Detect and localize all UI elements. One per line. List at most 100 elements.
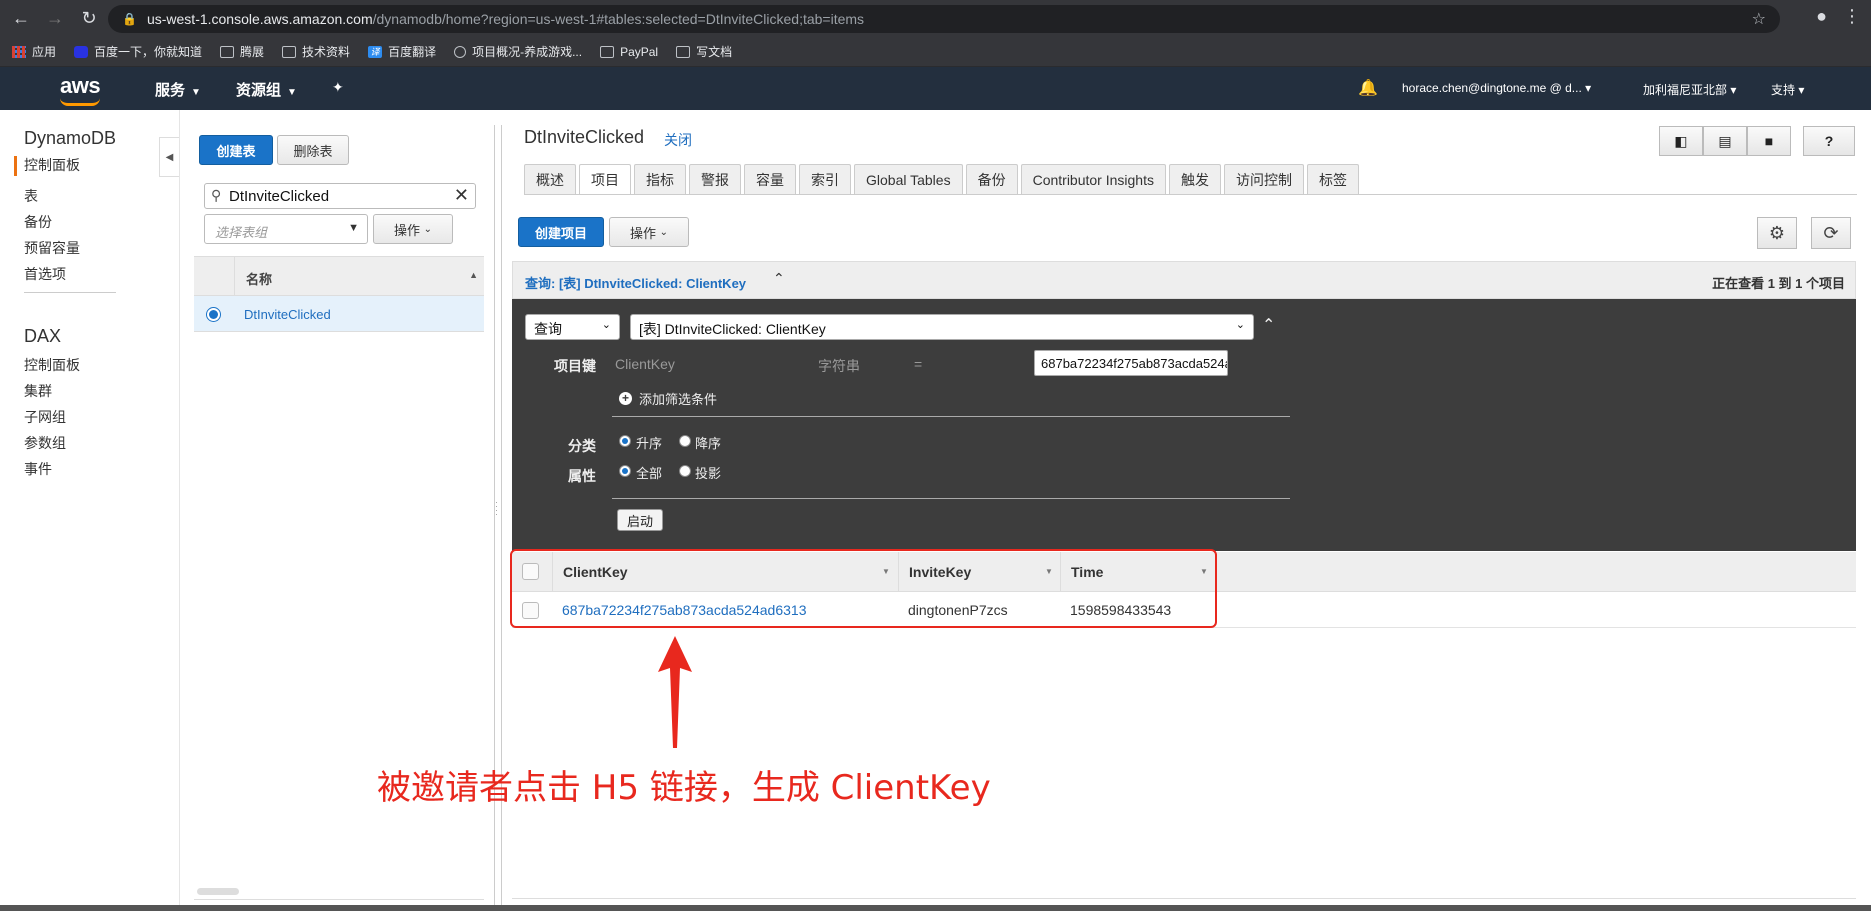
table-actions-button[interactable]: 操作 ⌄ [373, 214, 453, 244]
bookmark-translate[interactable]: 译百度翻译 [368, 43, 436, 60]
translate-icon: 译 [368, 45, 383, 58]
nav-item-clusters[interactable]: 集群 [24, 381, 52, 401]
account-menu[interactable]: horace.chen@dingtone.me @ d... ▾ [1402, 81, 1591, 95]
query-summary-text[interactable]: 查询: [表] DtInviteClicked: ClientKey [525, 273, 746, 292]
resource-groups-menu[interactable]: 资源组 ▼ [236, 79, 297, 100]
bookmark-project[interactable]: 项目概况-养成游戏... [454, 43, 582, 60]
tab-metrics[interactable]: 指标 [634, 164, 686, 194]
region-menu[interactable]: 加利福尼亚北部 ▾ [1643, 81, 1736, 98]
tab-items[interactable]: 项目 [579, 164, 631, 195]
item-actions-button[interactable]: 操作 ⌄ [609, 217, 689, 247]
folder-icon [220, 45, 235, 58]
table-search-input[interactable]: ⚲ DtInviteClicked ✕ [204, 183, 476, 209]
add-icon[interactable]: + [619, 392, 632, 405]
sort-desc-radio[interactable] [679, 435, 691, 447]
nav-item-backups[interactable]: 备份 [24, 212, 52, 232]
chevron-down-icon: ▼ [287, 87, 297, 98]
back-icon[interactable]: ← [8, 6, 34, 32]
add-filter-link[interactable]: 添加筛选条件 [639, 389, 717, 408]
search-icon: ⚲ [211, 187, 222, 203]
bell-icon[interactable]: 🔔 [1358, 78, 1378, 98]
collapse-nav-button[interactable]: ◀ [159, 137, 179, 177]
bookmark-star-icon[interactable]: ☆ [1752, 9, 1766, 29]
start-query-button[interactable]: 启动 [617, 509, 663, 531]
chevron-up-icon[interactable]: ⌃ [773, 270, 785, 287]
tab-access-control[interactable]: 访问控制 [1223, 164, 1304, 194]
table-name-link[interactable]: DtInviteClicked [244, 307, 331, 322]
refresh-icon[interactable]: ⟳ [1811, 217, 1851, 249]
collapse-query-icon[interactable]: ⌃ [1262, 315, 1275, 335]
tab-tags[interactable]: 标签 [1306, 164, 1359, 194]
tab-overview[interactable]: 概述 [524, 164, 576, 194]
table-group-select[interactable]: 选择表组 ▼ [204, 214, 368, 244]
create-item-button[interactable]: 创建项目 [518, 217, 604, 247]
query-panel: 查询 ⌄ [表] DtInviteClicked: ClientKey ⌄ ⌃ 项目… [512, 299, 1856, 551]
full-pane-icon[interactable]: ■ [1747, 126, 1791, 156]
forward-icon[interactable]: → [42, 6, 68, 32]
sort-asc-icon[interactable]: ▲ [469, 270, 478, 280]
item-key-label: 项目键 [554, 358, 596, 374]
tab-triggers[interactable]: 触发 [1168, 164, 1221, 194]
tab-backups[interactable]: 备份 [965, 164, 1018, 194]
create-table-button[interactable]: 创建表 [199, 135, 273, 165]
attr-projection-label: 投影 [695, 466, 722, 481]
close-link[interactable]: 关闭 [664, 130, 692, 150]
query-target-select[interactable]: [表] DtInviteClicked: ClientKey ⌄ [630, 314, 1254, 340]
caret-down-icon: ▼ [348, 222, 359, 234]
column-name-header[interactable]: 名称 [246, 269, 272, 288]
split-view-icon[interactable]: ◧ [1659, 126, 1703, 156]
bookmark-baidu[interactable]: 百度一下，你就知道 [74, 43, 202, 60]
key-name: ClientKey [615, 356, 675, 372]
support-menu[interactable]: 支持 ▾ [1771, 81, 1804, 98]
services-menu[interactable]: 服务 ▼ [155, 79, 201, 100]
nav-item-events[interactable]: 事件 [24, 459, 52, 479]
tab-alarms[interactable]: 警报 [689, 164, 741, 194]
url-host: us-west-1.console.aws.amazon.com [146, 11, 373, 27]
key-value-input[interactable]: 687ba72234f275ab873acda524ad6313 [1034, 350, 1228, 376]
table-list-row[interactable]: DtInviteClicked [194, 296, 484, 332]
help-icon[interactable]: ? [1803, 126, 1855, 156]
clear-search-icon[interactable]: ✕ [454, 185, 469, 206]
nav-heading-dynamodb[interactable]: DynamoDB [24, 128, 116, 149]
table-select-radio[interactable] [206, 307, 221, 322]
nav-item-subnet-groups[interactable]: 子网组 [24, 407, 66, 427]
nav-item-dax-dashboard[interactable]: 控制面板 [24, 355, 80, 375]
splitter-handle[interactable]: · · · · [495, 498, 501, 519]
nav-heading-dax[interactable]: DAX [24, 326, 61, 347]
attr-all-radio[interactable] [619, 465, 631, 477]
sort-asc-radio[interactable] [619, 435, 631, 447]
pin-icon[interactable]: ✦ [332, 79, 344, 96]
tab-contributor-insights[interactable]: Contributor Insights [1020, 164, 1166, 194]
nav-item-parameter-groups[interactable]: 参数组 [24, 433, 66, 453]
sort-label: 分类 [568, 438, 596, 454]
address-bar[interactable]: 🔒 us-west-1.console.aws.amazon.com/dynam… [108, 5, 1780, 33]
horizontal-scrollbar[interactable] [197, 888, 239, 895]
delete-table-button[interactable]: 删除表 [277, 135, 349, 165]
tab-capacity[interactable]: 容量 [744, 164, 796, 194]
menu-dots-icon[interactable]: ⋮ [1843, 6, 1861, 27]
panel-divider [194, 899, 484, 900]
folder-icon [282, 45, 297, 58]
caret-down-icon: ⌄ [601, 319, 611, 331]
nav-item-preferences[interactable]: 首选项 [24, 264, 66, 284]
attr-projection-radio[interactable] [679, 465, 691, 477]
key-type: 字符串 [818, 358, 860, 374]
query-mode-select[interactable]: 查询 ⌄ [525, 314, 620, 340]
tab-global-tables[interactable]: Global Tables [854, 164, 963, 194]
bookmark-apps[interactable]: 应用 [12, 43, 56, 60]
bookmark-folder[interactable]: 腾展 [220, 43, 264, 60]
aws-logo[interactable]: aws [60, 73, 101, 99]
bookmark-folder[interactable]: PayPal [600, 45, 658, 59]
bottom-pane-icon[interactable]: ▤ [1703, 126, 1747, 156]
tab-indexes[interactable]: 索引 [799, 164, 851, 194]
bookmark-folder[interactable]: 写文档 [676, 43, 732, 60]
profile-icon[interactable]: ● [1816, 6, 1827, 27]
nav-item-tables[interactable]: 表 [24, 186, 38, 206]
bookmark-folder[interactable]: 技术资料 [282, 43, 350, 60]
query-summary-bar[interactable]: 查询: [表] DtInviteClicked: ClientKey ⌃ 正在查… [512, 261, 1856, 299]
nav-item-dashboard[interactable]: 控制面板 [24, 155, 80, 175]
nav-item-reserved-capacity[interactable]: 预留容量 [24, 238, 80, 258]
reload-icon[interactable]: ↻ [76, 6, 102, 32]
sort-asc-label: 升序 [636, 436, 663, 451]
settings-gear-icon[interactable]: ⚙ [1757, 217, 1797, 249]
